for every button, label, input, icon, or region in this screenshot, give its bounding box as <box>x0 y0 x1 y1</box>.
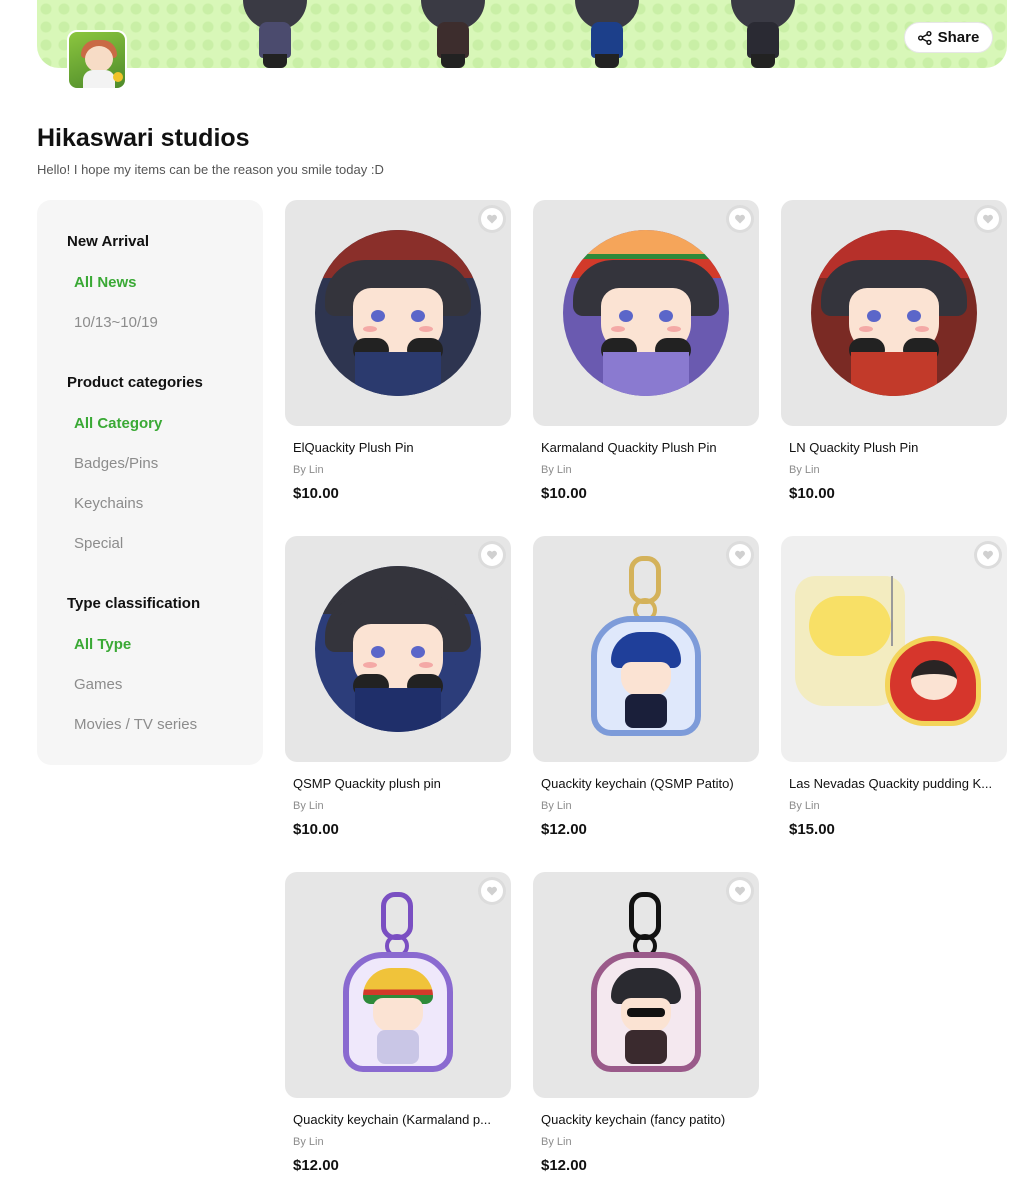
product-price: $10.00 <box>293 821 339 838</box>
shop-description: Hello! I hope my items can be the reason… <box>37 162 384 177</box>
favorite-button[interactable] <box>729 880 751 902</box>
plush-pin-image <box>563 230 729 396</box>
product-image[interactable] <box>533 536 759 762</box>
product-name[interactable]: LN Quackity Plush Pin <box>789 440 1001 455</box>
product-price: $12.00 <box>293 1157 339 1174</box>
product-image[interactable] <box>285 200 511 426</box>
section-product-categories: Product categories <box>67 374 203 391</box>
filter-all-category[interactable]: All Category <box>74 415 162 432</box>
favorite-button[interactable] <box>481 544 503 566</box>
product-image[interactable] <box>285 536 511 762</box>
product-price: $12.00 <box>541 1157 587 1174</box>
favorite-button[interactable] <box>481 880 503 902</box>
heart-icon <box>487 886 497 896</box>
filter-date-range[interactable]: 10/13~10/19 <box>74 314 158 331</box>
banner-figure <box>723 0 803 68</box>
plush-pin-image <box>315 566 481 732</box>
filter-games[interactable]: Games <box>74 676 122 693</box>
product-name[interactable]: Quackity keychain (fancy patito) <box>541 1112 753 1127</box>
shop-banner <box>37 0 1007 68</box>
filter-sidebar: New Arrival All News 10/13~10/19 Product… <box>37 200 263 765</box>
product-seller: By Lin <box>541 464 572 476</box>
filter-all-news[interactable]: All News <box>74 274 137 291</box>
filter-all-type[interactable]: All Type <box>74 636 131 653</box>
product-seller: By Lin <box>541 1136 572 1148</box>
product-seller: By Lin <box>293 464 324 476</box>
plush-pin-image <box>811 230 977 396</box>
product-seller: By Lin <box>541 800 572 812</box>
filter-movies-tv[interactable]: Movies / TV series <box>74 716 197 733</box>
product-name[interactable]: ElQuackity Plush Pin <box>293 440 505 455</box>
heart-icon <box>735 886 745 896</box>
favorite-button[interactable] <box>977 208 999 230</box>
product-image[interactable] <box>285 872 511 1098</box>
share-button[interactable]: Share <box>904 22 993 53</box>
product-seller: By Lin <box>789 800 820 812</box>
favorite-button[interactable] <box>977 544 999 566</box>
shop-avatar[interactable] <box>67 30 127 90</box>
product-name[interactable]: Quackity keychain (QSMP Patito) <box>541 776 753 791</box>
product-seller: By Lin <box>789 464 820 476</box>
heart-icon <box>735 550 745 560</box>
favorite-button[interactable] <box>481 208 503 230</box>
favorite-button[interactable] <box>729 208 751 230</box>
favorite-button[interactable] <box>729 544 751 566</box>
filter-special[interactable]: Special <box>74 535 123 552</box>
product-name[interactable]: Las Nevadas Quackity pudding K... <box>789 776 1001 791</box>
product-name[interactable]: QSMP Quackity plush pin <box>293 776 505 791</box>
section-type-classification: Type classification <box>67 595 201 612</box>
banner-figure <box>567 0 647 68</box>
heart-icon <box>487 550 497 560</box>
plush-pin-image <box>315 230 481 396</box>
product-price: $10.00 <box>541 485 587 502</box>
product-price: $12.00 <box>541 821 587 838</box>
filter-keychains[interactable]: Keychains <box>74 495 143 512</box>
banner-figure <box>413 0 493 68</box>
banner-figure <box>235 0 315 68</box>
product-name[interactable]: Quackity keychain (Karmaland p... <box>293 1112 505 1127</box>
product-name[interactable]: Karmaland Quackity Plush Pin <box>541 440 753 455</box>
product-image[interactable] <box>781 200 1007 426</box>
share-label: Share <box>937 29 980 46</box>
product-price: $10.00 <box>293 485 339 502</box>
product-price: $10.00 <box>789 485 835 502</box>
heart-icon <box>983 214 993 224</box>
heart-icon <box>487 214 497 224</box>
shop-title: Hikaswari studios <box>37 124 250 152</box>
product-image[interactable] <box>533 200 759 426</box>
heart-icon <box>735 214 745 224</box>
product-seller: By Lin <box>293 1136 324 1148</box>
product-price: $15.00 <box>789 821 835 838</box>
product-seller: By Lin <box>293 800 324 812</box>
heart-icon <box>983 550 993 560</box>
product-image[interactable] <box>533 872 759 1098</box>
share-icon <box>917 30 932 45</box>
filter-badges-pins[interactable]: Badges/Pins <box>74 455 158 472</box>
product-image[interactable] <box>781 536 1007 762</box>
section-new-arrival: New Arrival <box>67 233 149 250</box>
